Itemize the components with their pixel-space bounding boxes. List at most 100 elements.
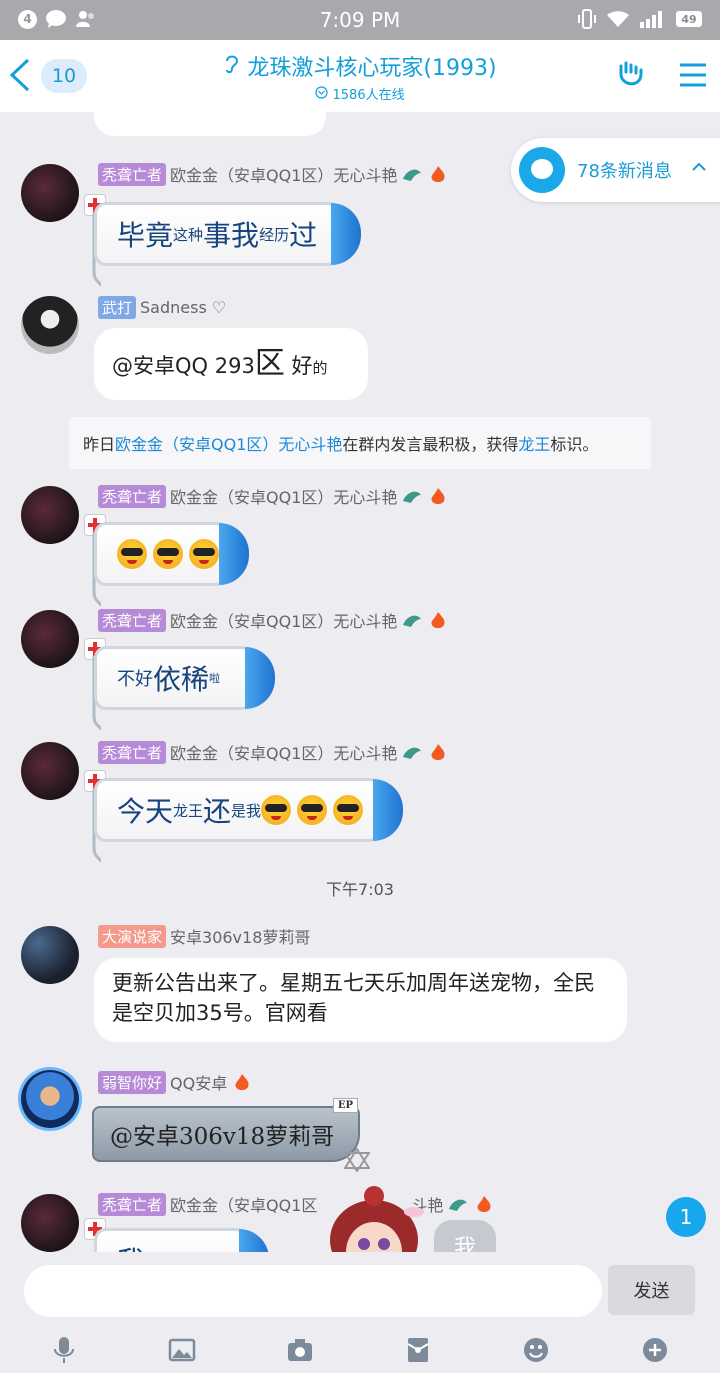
message-bubble[interactable]: 更新公告出来了。星期五七天乐加周年送宠物，全民是空贝加35号。官网看 xyxy=(94,958,627,1042)
member-title-tag: 弱智你好 xyxy=(98,1070,167,1094)
sunglasses-emoji-icon xyxy=(189,539,219,569)
sender-name[interactable]: 欧金金（安卓QQ1区）无心斗艳 xyxy=(170,608,397,632)
sender-line: 秃聋亡者 欧金金（安卓QQ1区）无心斗艳 xyxy=(98,608,449,632)
group-title: 龙珠激斗核心玩家(1993) xyxy=(247,56,497,81)
image-icon[interactable] xyxy=(168,1336,196,1364)
star-of-david-icon xyxy=(344,1148,370,1172)
sender-line: 大演说家 安卓306v18萝莉哥 xyxy=(98,924,310,948)
dragon-icon xyxy=(403,615,422,627)
fire-icon xyxy=(431,488,445,504)
sender-name[interactable]: 欧金金（安卓QQ1区）无心斗艳 xyxy=(170,484,397,508)
online-text: 1586人在线 xyxy=(332,88,405,103)
sender-line: 武打 Sadness ♡ xyxy=(98,296,226,319)
member-title-tag: 秃聋亡者 xyxy=(98,162,167,186)
message-input[interactable] xyxy=(24,1265,602,1317)
sender-line: 弱智你好 QQ安卓 xyxy=(98,1070,253,1094)
chevron-down-circle-icon xyxy=(315,86,328,99)
signal-icon xyxy=(640,11,662,28)
self-bubble[interactable]: 我 xyxy=(434,1220,496,1252)
message-bubble[interactable]: @安卓QQ 293区 好的 xyxy=(94,328,368,400)
system-notice: 昨日 欧金金（安卓QQ1区）无心斗艳 在群内发言最积极，获得 龙王 标识。 xyxy=(69,417,651,469)
dragon-icon xyxy=(403,747,422,759)
member-title-tag: 秃聋亡者 xyxy=(98,740,167,764)
avatar[interactable] xyxy=(21,926,79,984)
message-bubble[interactable]: 不好 依稀啦 xyxy=(94,646,275,710)
avatar[interactable] xyxy=(21,486,79,544)
online-count[interactable]: 1586人在线 xyxy=(0,84,720,103)
message-bubble-partial[interactable] xyxy=(94,112,326,136)
sender-line: 秃聋亡者 欧金金（安卓QQ1区）无心斗艳 xyxy=(98,740,449,764)
member-title-tag: 秃聋亡者 xyxy=(98,484,167,508)
member-title-tag: 秃聋亡者 xyxy=(98,1192,167,1216)
sender-name[interactable]: 安卓306v18萝莉哥 xyxy=(170,924,310,948)
sender-line: 秃聋亡者 欧金金（安卓QQ1区 斗艳 xyxy=(98,1192,495,1216)
member-title-tag: 大演说家 xyxy=(98,924,167,948)
notice-user-link[interactable]: 欧金金（安卓QQ1区）无心斗艳 xyxy=(115,431,342,455)
red-packet-icon[interactable] xyxy=(404,1336,432,1364)
message-bubble[interactable] xyxy=(94,522,249,586)
wifi-icon xyxy=(607,11,629,27)
notice-title-link[interactable]: 龙王 xyxy=(518,431,550,455)
new-messages-text: 78条新消息 xyxy=(577,161,672,182)
avatar[interactable] xyxy=(21,1194,79,1252)
chat-header: 10 龙珠激斗核心玩家(1993) 1586人在线 xyxy=(0,40,720,112)
bubble-cap xyxy=(331,203,361,265)
sender-line: 秃聋亡者 欧金金（安卓QQ1区）无心斗艳 xyxy=(98,162,449,186)
message-list[interactable]: 秃聋亡者 欧金金（安卓QQ1区）无心斗艳 毕竟 这种事我经历过 78条新消息 武打… xyxy=(0,112,720,1252)
message-bubble[interactable]: @安卓306v18萝莉哥 EP xyxy=(92,1098,360,1162)
input-bar: 发送 xyxy=(0,1252,720,1373)
sender-name[interactable]: Sadness ♡ xyxy=(140,298,226,317)
mascot-character-icon xyxy=(330,1186,424,1252)
avatar[interactable] xyxy=(21,164,79,222)
message-bubble[interactable]: 我 xyxy=(94,1228,269,1252)
vibrate-icon xyxy=(578,9,596,29)
fire-icon xyxy=(431,612,445,628)
bubble-cap xyxy=(239,1229,269,1252)
ep-badge: EP xyxy=(332,1098,358,1113)
fire-icon xyxy=(431,744,445,760)
chat-bubble-icon xyxy=(519,147,565,193)
message-bubble[interactable]: 毕竟 这种事我经历过 xyxy=(94,202,361,266)
bubble-cap xyxy=(373,779,403,841)
dragon-icon xyxy=(403,169,422,181)
fire-icon xyxy=(477,1196,491,1212)
avatar[interactable] xyxy=(21,742,79,800)
sender-name[interactable]: 欧金金（安卓QQ1区 xyxy=(170,1192,317,1216)
sender-line: 秃聋亡者 欧金金（安卓QQ1区）无心斗艳 xyxy=(98,484,449,508)
sender-name[interactable]: 欧金金（安卓QQ1区）无心斗艳 xyxy=(170,740,397,764)
group-title-row[interactable]: 龙珠激斗核心玩家(1993) xyxy=(0,50,720,82)
timestamp: 下午7:03 xyxy=(326,880,394,899)
sunglasses-emoji-icon xyxy=(297,795,328,825)
menu-icon[interactable] xyxy=(679,62,707,88)
chevron-up-icon xyxy=(692,162,706,171)
sunglasses-emoji-icon xyxy=(153,539,183,569)
status-bar: 4 7:09 PM 49 xyxy=(0,0,720,40)
hand-gesture-icon[interactable] xyxy=(616,60,646,90)
dragon-icon xyxy=(449,1199,468,1211)
member-title-tag: 武打 xyxy=(98,296,137,319)
dragon-icon xyxy=(403,491,422,503)
sender-name[interactable]: QQ安卓 xyxy=(170,1070,227,1094)
bubble-cap xyxy=(219,523,249,585)
avatar[interactable] xyxy=(21,296,79,354)
camera-icon[interactable] xyxy=(286,1336,314,1364)
input-toolbar xyxy=(0,1332,720,1368)
fire-icon xyxy=(235,1074,249,1090)
new-messages-banner[interactable]: 78条新消息 xyxy=(511,138,720,202)
fire-icon xyxy=(431,166,445,182)
bubble-cap xyxy=(245,647,275,709)
avatar[interactable] xyxy=(21,610,79,668)
plus-icon[interactable] xyxy=(641,1336,669,1364)
sunglasses-emoji-icon xyxy=(333,795,364,825)
unread-badge[interactable]: 1 xyxy=(666,1197,706,1237)
battery-icon: 49 xyxy=(676,11,702,27)
send-button[interactable]: 发送 xyxy=(608,1265,695,1315)
emoji-icon[interactable] xyxy=(522,1336,550,1364)
message-bubble[interactable]: 今天 龙王还是我 xyxy=(94,778,403,842)
ear-icon xyxy=(226,55,239,74)
microphone-icon[interactable] xyxy=(50,1336,78,1364)
member-title-tag: 秃聋亡者 xyxy=(98,608,167,632)
sender-name[interactable]: 欧金金（安卓QQ1区）无心斗艳 xyxy=(170,162,397,186)
avatar[interactable] xyxy=(21,1070,79,1128)
sunglasses-emoji-icon xyxy=(261,795,292,825)
